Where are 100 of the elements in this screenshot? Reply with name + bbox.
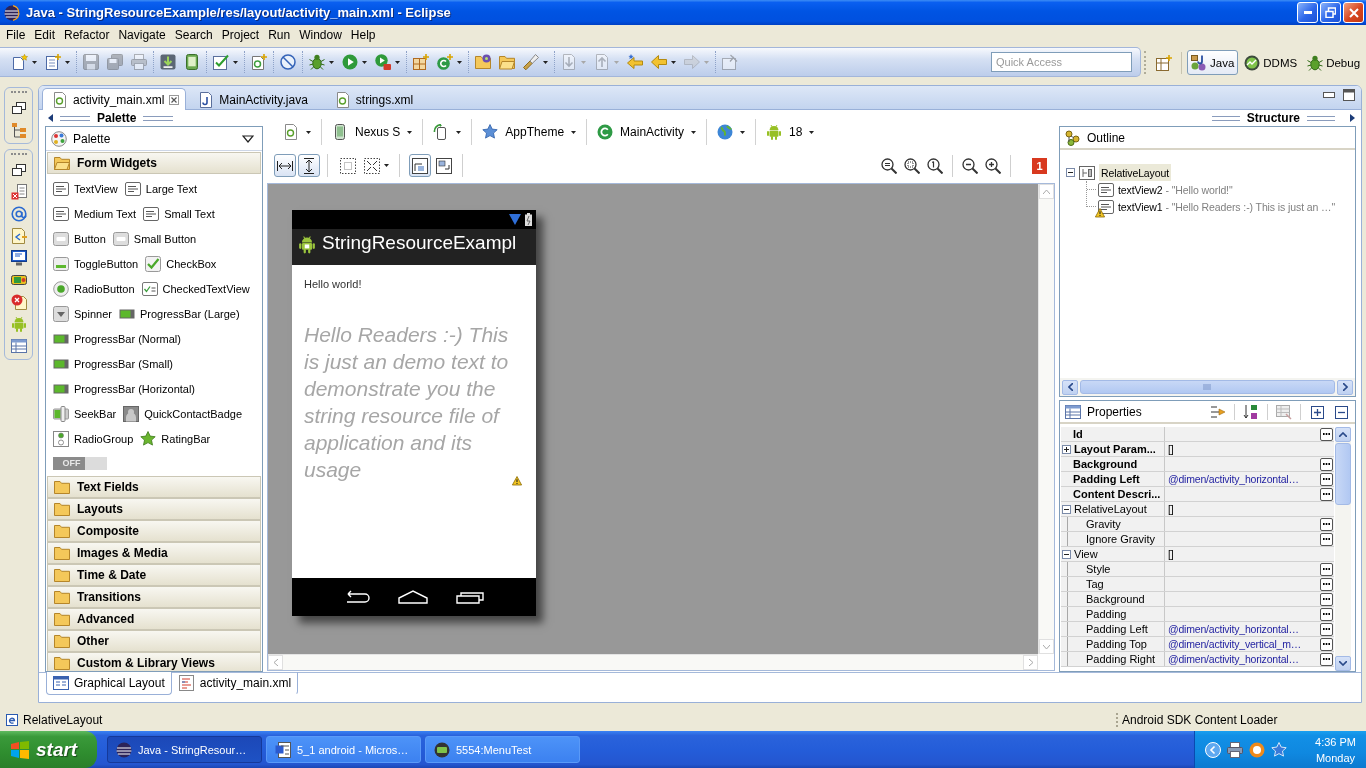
star-icon[interactable] [1271,741,1288,758]
menu-item[interactable]: File [1,25,30,45]
perspective-button[interactable]: Java [1187,50,1239,75]
toolbar-button[interactable] [372,51,403,73]
vertical-scrollbar[interactable] [1038,184,1054,654]
ellipsis-button[interactable] [1320,472,1333,486]
property-field[interactable] [1165,517,1334,531]
menu-item[interactable]: Search [169,25,217,45]
quick-access-field[interactable]: Quick Access [991,52,1132,72]
ellipsis-button[interactable] [1320,487,1333,501]
menu-item[interactable]: Edit [29,25,60,45]
config-dropdown[interactable]: AppTheme [472,119,588,145]
property-field[interactable] [1165,577,1334,591]
palette-item[interactable]: ProgressBar (Horizontal) [53,380,196,397]
expand-right-icon[interactable] [1350,114,1355,122]
ellipsis-button[interactable] [1320,592,1333,606]
palette-item[interactable]: ProgressBar (Large) [118,305,240,322]
palette-item[interactable]: RatingBar [140,430,211,447]
filter-arrows-icon[interactable] [1210,403,1226,420]
collapse-icon[interactable] [1062,549,1071,559]
toolbar-button[interactable] [410,51,432,73]
palette-category[interactable]: Advanced [47,608,261,630]
perspective-button[interactable]: DDMS [1240,50,1302,75]
error-document-icon[interactable] [10,294,27,310]
editor-tab[interactable]: activity_main.xml [42,88,187,110]
perspective-button[interactable]: Debug [1303,50,1365,75]
palette-category[interactable]: Transitions [47,586,261,608]
restore-icon[interactable] [10,162,27,178]
editor-tab[interactable]: MainActivity.java [188,88,323,110]
error-badge[interactable]: 1 [1032,157,1047,174]
close-button[interactable] [1343,2,1364,23]
menu-item[interactable]: Project [216,25,264,45]
restore-icon[interactable] [10,100,27,116]
property-field[interactable] [1165,532,1334,546]
ellipsis-button[interactable] [1320,607,1333,621]
property-field[interactable] [1165,562,1334,576]
property-field[interactable] [1165,592,1334,606]
layout-action-button[interactable] [409,154,431,177]
horizontal-scrollbar[interactable] [1060,378,1355,396]
layout-action-button[interactable] [298,154,320,177]
layout-action-button[interactable] [274,154,296,177]
zoom-in-icon[interactable] [985,157,1001,174]
collapse-icon[interactable] [1066,168,1075,177]
palette-item[interactable]: ProgressBar (Normal) [53,330,181,347]
palette-category[interactable]: Layouts [47,498,261,520]
sort-icon[interactable] [1243,403,1259,420]
palette-item[interactable]: Button [53,230,106,247]
restore-button[interactable] [1320,2,1341,23]
toolbar-button[interactable] [277,51,299,73]
menu-item[interactable]: Help [345,25,380,45]
layout-tab[interactable]: Graphical Layout [46,672,172,695]
property-field[interactable]: @dimen/activity_horizontal… [1165,622,1334,636]
tree-item[interactable]: textView1 - "Hello Readers :-) This is just an …" [1116,198,1338,215]
palette-item[interactable]: SeekBar [53,405,117,422]
property-field[interactable]: [] [1165,547,1334,561]
zoom-out-icon[interactable] [962,157,978,174]
property-field[interactable]: @dimen/activity_vertical_m… [1165,637,1334,651]
config-dropdown[interactable]: MainActivity [587,119,708,145]
ellipsis-button[interactable] [1320,532,1333,546]
menu-item[interactable]: Run [263,25,295,45]
palette-category[interactable]: Other [47,630,261,652]
palette-item[interactable]: CheckedTextView [141,280,250,297]
palette-category[interactable]: Form Widgets [47,152,261,174]
horizontal-scrollbar[interactable] [268,654,1038,670]
ellipsis-button[interactable] [1320,637,1333,651]
ellipsis-button[interactable] [1320,517,1333,531]
property-field[interactable]: [] [1165,442,1334,456]
palette-category[interactable]: Composite [47,520,261,542]
palette-item[interactable]: Spinner [53,305,112,322]
ellipsis-button[interactable] [1320,562,1333,576]
palette-category[interactable]: Time & Date [47,564,261,586]
zoom-fit-icon[interactable] [904,157,920,174]
printer-icon[interactable] [1227,741,1244,758]
menu-item[interactable]: Window [294,25,346,45]
chevron-left-icon[interactable] [1205,741,1222,758]
close-icon[interactable] [169,94,180,105]
minimize-button[interactable] [1297,2,1318,23]
ellipsis-button[interactable] [1320,427,1333,441]
palette-category[interactable]: Custom & Library Views [47,652,261,671]
monitor-icon[interactable] [10,250,27,266]
maximize-icon[interactable] [1343,89,1355,101]
ellipsis-button[interactable] [1320,652,1333,666]
property-field[interactable] [1165,457,1334,471]
property-field[interactable]: @dimen/activity_horizontal… [1165,652,1334,666]
ellipsis-button[interactable] [1320,457,1333,471]
toolbar-button[interactable] [434,51,465,73]
ellipsis-button[interactable] [1320,577,1333,591]
toolbar-button[interactable] [520,51,551,73]
ellipsis-button[interactable] [1320,622,1333,636]
palette-item[interactable]: QuickContactBadge [123,405,243,422]
palette-item[interactable]: Small Text [143,205,215,222]
task-button[interactable]: Java - StringResour… [107,736,262,763]
palette-item[interactable]: RadioGroup [53,430,134,447]
minimize-icon[interactable] [1323,92,1335,98]
property-field[interactable]: [] [1165,502,1334,516]
collapse-all-icon[interactable] [1333,403,1349,420]
zoom-reset-icon[interactable] [881,157,897,174]
palette-category[interactable]: Images & Media [47,542,261,564]
menu-item[interactable]: Refactor [59,25,114,45]
palette-item[interactable]: Medium Text [53,205,137,222]
